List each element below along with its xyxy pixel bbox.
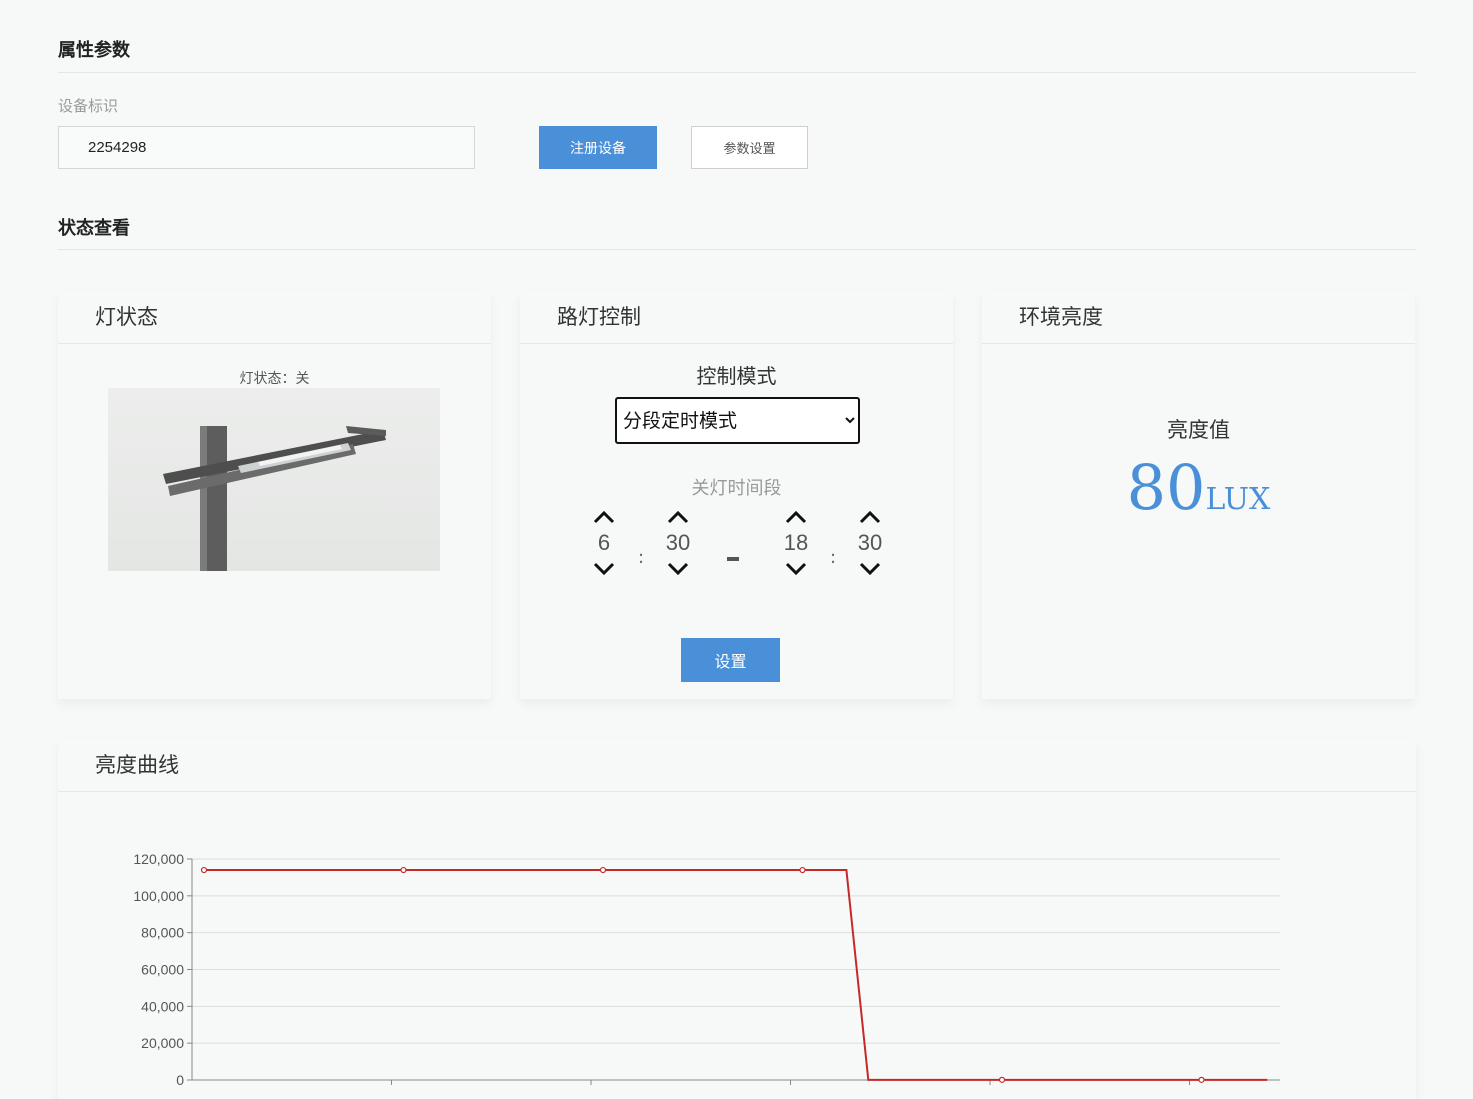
ambient-brightness-card: 环境亮度 亮度值 80LUX [982,291,1415,699]
device-id-label: 设备标识 [58,97,119,115]
chevron-up-icon[interactable] [666,508,690,526]
light-control-card: 路灯控制 控制模式 分段定时模式 关灯时间段 6 : 30 18 : 30 设置 [520,291,953,699]
range-dash [727,557,739,561]
end-minute-spinner: 30 [850,508,890,578]
lamp-status-card: 灯状态 灯状态：关 [58,291,491,699]
ambient-brightness-card-title: 环境亮度 [982,291,1415,344]
brightness-value-label: 亮度值 [1167,418,1230,442]
control-mode-select[interactable]: 分段定时模式 [615,397,860,444]
control-mode-label: 控制模式 [696,364,777,388]
start-minute-value: 30 [665,530,691,555]
brightness-number: 80 [1126,451,1206,524]
chevron-down-icon[interactable] [666,560,690,578]
start-hour-spinner: 6 [584,508,624,578]
end-hour-value: 18 [783,530,809,555]
brightness-curve-card-title: 亮度曲线 [58,739,1416,792]
set-schedule-button[interactable]: 设置 [681,638,780,682]
attributes-title: 属性参数 [58,40,130,61]
chevron-up-icon[interactable] [858,508,882,526]
chevron-down-icon[interactable] [784,560,808,578]
street-lamp-image [108,388,440,571]
lamp-status-text: 灯状态：关 [239,371,310,387]
chevron-up-icon[interactable] [592,508,616,526]
status-title: 状态查看 [58,218,130,239]
end-hour-spinner: 18 [776,508,816,578]
start-hour-value: 6 [597,530,611,555]
chevron-down-icon[interactable] [858,560,882,578]
register-device-button[interactable]: 注册设备 [539,126,657,169]
time-colon: : [638,547,645,568]
device-id-input[interactable] [58,126,475,169]
parameter-settings-button[interactable]: 参数设置 [691,126,808,169]
brightness-unit: LUX [1205,482,1271,517]
chevron-down-icon[interactable] [592,560,616,578]
end-minute-value: 30 [857,530,883,555]
start-minute-spinner: 30 [658,508,698,578]
lamp-status-card-title: 灯状态 [58,291,491,344]
off-period-label: 关灯时间段 [691,478,782,499]
light-control-card-title: 路灯控制 [520,291,953,344]
time-colon: : [830,547,837,568]
divider [58,249,1416,250]
chevron-up-icon[interactable] [784,508,808,526]
divider [58,72,1416,73]
brightness-reading: 80LUX [982,451,1415,524]
brightness-curve-card: 亮度曲线 [58,739,1416,1099]
